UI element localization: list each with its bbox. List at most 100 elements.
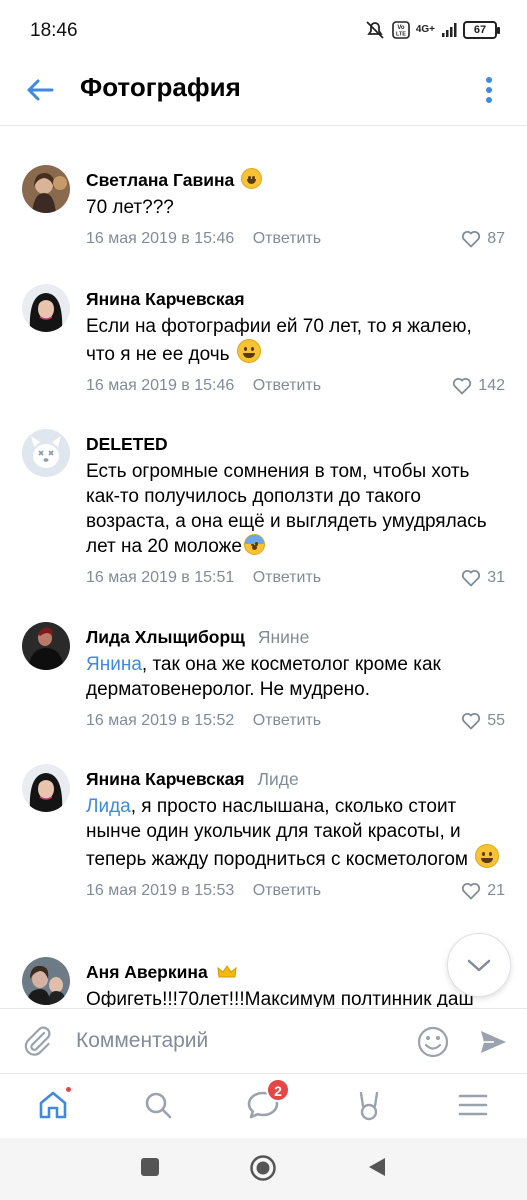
page-title: Фотография [80,72,241,102]
like-count: 55 [487,712,505,729]
reply-button[interactable]: Ответить [253,226,321,252]
reply-to[interactable]: Лиде [257,769,298,789]
comment-date: 16 мая 2019 в 15:51 [86,569,235,586]
comment-author[interactable]: Лида Хлыщиборщ [86,627,245,647]
home-notification-dot [64,1085,73,1094]
comment-text: Если на фотографии ей 70 лет, то я жалею… [86,316,472,365]
messages-badge: 2 [266,1078,290,1102]
hamburger-menu-icon [458,1094,488,1116]
clips-bunny-icon [359,1091,379,1121]
comments-list: Светлана Гавина 70 лет??? 16 мая 2019 в … [0,127,527,1007]
network-type: 4G+ [415,24,435,35]
avatar[interactable] [22,165,70,213]
avatar[interactable] [22,429,70,477]
comment-author[interactable]: Янина Карчевская [86,289,245,309]
comment-body: DELETED Есть огромные сомнения в том, чт… [86,431,505,591]
like-count: 87 [487,230,505,247]
comment-text: Есть огромные сомнения в том, чтобы хоть… [86,461,487,557]
comment-body: Аня Аверкина Офигеть!!!70лет!!!Максимум … [86,959,505,1007]
signal-icon [442,23,457,37]
comment-body: Светлана Гавина 70 лет??? 16 мая 2019 в … [86,167,505,252]
grinning-face-emoji-icon [475,844,500,868]
bottom-navigation: 2 [0,1073,527,1137]
grinning-face-emoji-icon [236,339,261,363]
avatar-photo [22,957,70,1005]
avatar[interactable] [22,284,70,332]
comment-text: Офигеть!!!70лет!!!Максимум полтинник даш [86,989,474,1007]
avatar[interactable] [22,957,70,1005]
status-bar: 18:46 Vo LTE 4G+ 67 [0,0,527,62]
comment-text: Лида, я просто наслышана, сколько стоит … [86,794,505,872]
comment-text: 70 лет??? [86,197,174,218]
heart-icon [462,231,481,248]
avatar[interactable] [22,764,70,812]
comment-author[interactable]: Светлана Гавина [86,170,234,190]
status-time: 18:46 [30,20,78,41]
alarm-off-icon [366,21,384,39]
avatar-photo [22,165,70,213]
crown-icon [216,965,237,978]
comment-author[interactable]: Аня Аверкина [86,962,208,982]
comment-body: Лида Хлыщиборщ Янине Янина, так она же к… [86,624,505,734]
comment-meta: 16 мая 2019 в 15:46 Ответить 142 [86,373,505,399]
avatar[interactable] [22,622,70,670]
chevron-down-icon [467,959,491,972]
search-icon [145,1092,172,1119]
comment-meta: 16 мая 2019 в 15:51 Ответить 31 [86,565,505,591]
comment-text: Янина, так она же косметолог кроме как д… [86,654,441,700]
like-button[interactable]: 21 [461,878,505,904]
like-button[interactable]: 31 [461,565,505,591]
nav-search[interactable] [141,1088,177,1124]
like-button[interactable]: 87 [461,226,505,252]
comment-meta: 16 мая 2019 в 15:53 Ответить 21 [86,878,505,904]
nav-messages[interactable]: 2 [246,1078,290,1124]
reply-button[interactable]: Ответить [253,708,321,734]
crazy-face-emoji-icon [241,168,263,189]
nav-clips[interactable] [352,1088,388,1124]
send-icon[interactable] [478,1027,508,1057]
avatar-photo [22,764,70,812]
paperclip-icon[interactable] [22,1025,54,1057]
like-count: 31 [487,569,505,586]
nav-menu[interactable] [456,1088,492,1124]
like-button[interactable]: 142 [452,373,505,399]
status-icons: Vo LTE 4G+ 67 [364,20,500,40]
home-circle-icon[interactable] [249,1154,277,1182]
battery-icon: 67 [463,21,500,39]
comment-body: Янина Карчевская Если на фотографии ей 7… [86,286,505,399]
back-arrow-icon[interactable] [24,74,56,106]
deleted-dog-avatar-icon [22,429,70,477]
mention-link[interactable]: Лида [86,796,131,817]
reply-to[interactable]: Янине [258,627,309,647]
reply-button[interactable]: Ответить [253,373,321,399]
back-triangle-icon[interactable] [366,1156,388,1178]
comment-meta: 16 мая 2019 в 15:52 Ответить 55 [86,708,505,734]
comment-author: DELETED [86,434,168,454]
smile-icon[interactable] [416,1025,450,1059]
comment-date: 16 мая 2019 в 15:53 [86,882,235,899]
reply-button[interactable]: Ответить [253,565,321,591]
reply-button[interactable]: Ответить [253,878,321,904]
comment-meta: 16 мая 2019 в 15:46 Ответить 87 [86,226,505,252]
more-vertical-icon[interactable] [479,72,499,108]
nav-home[interactable] [36,1085,73,1124]
like-count: 142 [478,377,505,394]
comment-body: Янина Карчевская Лиде Лида, я просто нас… [86,766,505,904]
comment-date: 16 мая 2019 в 15:46 [86,377,235,394]
heart-icon [462,713,481,730]
svg-text:Vo: Vo [397,25,405,31]
app-header: Фотография [0,62,527,126]
heart-icon [462,883,481,900]
like-count: 21 [487,882,505,899]
comment-input[interactable] [76,1023,396,1059]
comment-composer [0,1008,527,1072]
recents-square-icon[interactable] [139,1156,161,1178]
avatar-photo [22,622,70,670]
system-navigation-bar [0,1138,527,1200]
mention-link[interactable]: Янина [86,654,142,675]
like-button[interactable]: 55 [461,708,505,734]
avatar-photo [22,284,70,332]
comment-author[interactable]: Янина Карчевская [86,769,245,789]
scroll-down-button[interactable] [447,933,511,997]
comment-date: 16 мая 2019 в 15:52 [86,712,235,729]
